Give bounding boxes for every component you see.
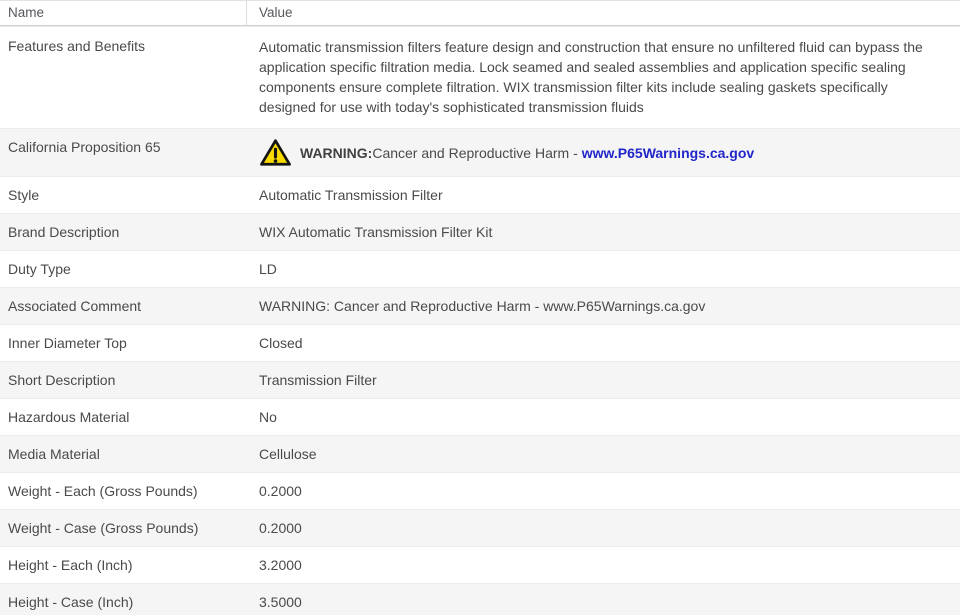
row-media-material: Media Material Cellulose	[0, 435, 960, 472]
row-duty-type: Duty Type LD	[0, 250, 960, 287]
p65-warnings-link[interactable]: www.P65Warnings.ca.gov	[582, 144, 754, 162]
spec-name: Media Material	[8, 446, 100, 462]
spec-name: Style	[8, 187, 40, 203]
row-short-description: Short Description Transmission Filter	[0, 361, 960, 398]
spec-value: Closed	[259, 335, 303, 351]
spec-name: Brand Description	[8, 224, 120, 240]
spec-name: Hazardous Material	[8, 409, 130, 425]
spec-value: No	[259, 409, 277, 425]
spec-name: Duty Type	[8, 261, 71, 277]
row-style: Style Automatic Transmission Filter	[0, 176, 960, 213]
spec-value: Automatic transmission filters feature d…	[259, 39, 923, 115]
spec-name: Height - Each (Inch)	[8, 557, 133, 573]
row-inner-diameter-top: Inner Diameter Top Closed	[0, 324, 960, 361]
spec-value: Transmission Filter	[259, 372, 377, 388]
spec-value: 3.5000	[259, 594, 302, 610]
spec-value: Cellulose	[259, 446, 317, 462]
spec-value: WIX Automatic Transmission Filter Kit	[259, 224, 493, 240]
spec-name: Inner Diameter Top	[8, 335, 127, 351]
warning-bold-label: WARNING:	[300, 144, 373, 161]
spec-name: Weight - Case (Gross Pounds)	[8, 520, 199, 536]
column-header-name: Name	[0, 1, 247, 25]
spec-name: Height - Case (Inch)	[8, 594, 134, 610]
spec-value: WARNING: Cancer and Reproductive Harm - …	[259, 298, 706, 314]
spec-value: Automatic Transmission Filter	[259, 187, 443, 203]
spec-value: 0.2000	[259, 520, 302, 536]
spec-value: WARNING: Cancer and Reproductive Harm - …	[247, 129, 960, 176]
warning-text: Cancer and Reproductive Harm -	[372, 144, 578, 161]
row-height-each-inch: Height - Each (Inch) 3.2000	[0, 546, 960, 583]
row-features-and-benefits: Features and Benefits Automatic transmis…	[0, 26, 960, 128]
row-height-case-inch: Height - Case (Inch) 3.5000	[0, 583, 960, 615]
spec-name: California Proposition 65	[8, 139, 161, 155]
row-california-proposition-65: California Proposition 65 WARNING: Cance…	[0, 128, 960, 176]
spec-value: 3.2000	[259, 557, 302, 573]
row-weight-each-gross-pounds: Weight - Each (Gross Pounds) 0.2000	[0, 472, 960, 509]
product-spec-table: Name Value Features and Benefits Automat…	[0, 0, 960, 615]
spec-value: LD	[259, 261, 277, 277]
row-weight-case-gross-pounds: Weight - Case (Gross Pounds) 0.2000	[0, 509, 960, 546]
table-header-row: Name Value	[0, 0, 960, 26]
spec-name: Short Description	[8, 372, 116, 388]
row-associated-comment: Associated Comment WARNING: Cancer and R…	[0, 287, 960, 324]
row-hazardous-material: Hazardous Material No	[0, 398, 960, 435]
row-brand-description: Brand Description WIX Automatic Transmis…	[0, 213, 960, 250]
spec-name: Associated Comment	[8, 298, 142, 314]
spec-value: 0.2000	[259, 483, 302, 499]
spec-name: Weight - Each (Gross Pounds)	[8, 483, 198, 499]
column-header-value: Value	[259, 5, 293, 20]
spec-name: Features and Benefits	[8, 38, 145, 54]
warning-triangle-icon	[260, 139, 291, 166]
